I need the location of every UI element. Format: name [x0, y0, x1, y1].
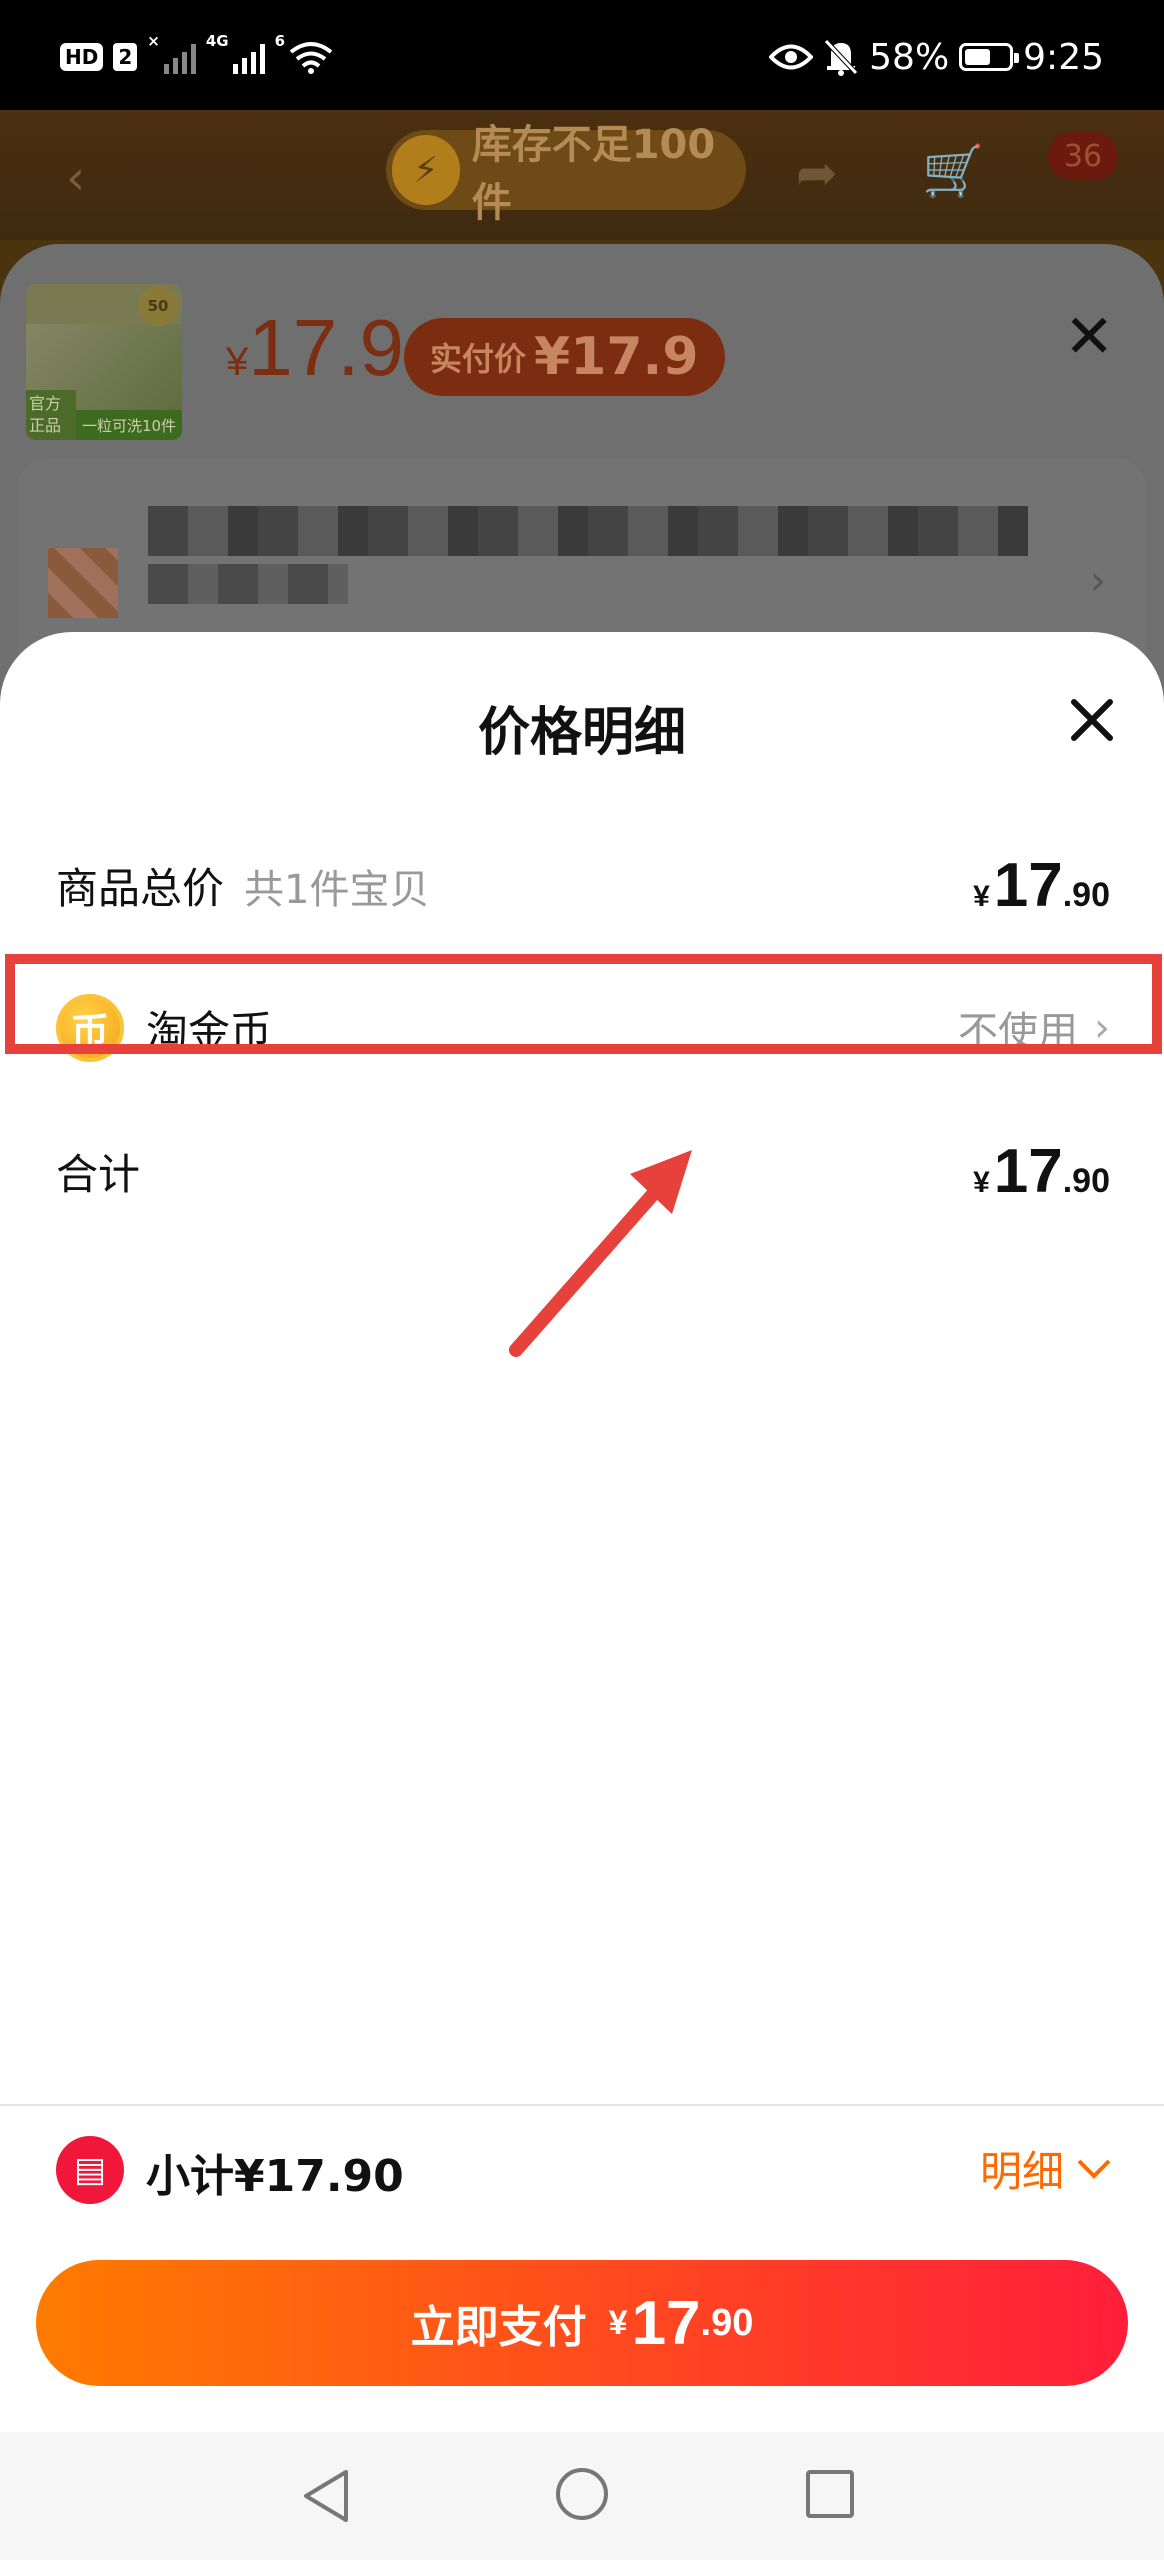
annotation-highlight-box: [5, 954, 1162, 1054]
detail-label: 明细: [980, 2147, 1065, 2196]
blurred-name-line: [148, 564, 348, 604]
background-price: ¥17.9: [226, 303, 404, 392]
wifi-gen-label: 6: [274, 32, 286, 50]
signal-bars-2-icon: [232, 40, 265, 74]
stock-notice-text: 库存不足100件: [471, 122, 716, 226]
total-amount: ¥ 17 .90: [973, 1137, 1110, 1206]
pay-now-label: 立即支付: [410, 2302, 587, 2353]
nav-back-icon[interactable]: [300, 2468, 352, 2524]
close-icon[interactable]: [1064, 692, 1120, 748]
nav-recent-icon[interactable]: [806, 2470, 854, 2518]
pay-now-button[interactable]: 立即支付 ¥ 17 .90: [36, 2260, 1128, 2386]
signal-bars-icon: [163, 40, 196, 74]
sim-icon: 2: [113, 43, 138, 71]
network-type-icon: 4G: [205, 32, 229, 50]
detail-toggle[interactable]: 明细: [980, 2138, 1112, 2199]
background-top-nav: ‹ ⚡ 库存不足100件 ➦ 🛒 36: [0, 110, 1164, 240]
battery-icon: [959, 43, 1020, 71]
real-pay-pill: 实付价 ¥17.9: [404, 318, 725, 396]
mute-bell-icon: [824, 39, 858, 76]
subtotal-text: 小计¥17.90: [146, 2151, 404, 2202]
row-goods-total: 商品总价 共1件宝贝 ¥ 17 .90: [56, 850, 1110, 921]
bell-icon: ⚡: [392, 135, 460, 205]
real-pay-amount: ¥17.9: [534, 327, 699, 387]
total-label: 合计: [56, 1150, 141, 1199]
goods-count-text: 共1件宝贝: [244, 866, 430, 913]
cart-icon: 🛒: [922, 142, 985, 200]
blurred-location-icon: [48, 548, 118, 618]
share-icon: ➦: [796, 144, 838, 202]
cart-badge: 36: [1048, 132, 1118, 180]
bottom-divider: [0, 2104, 1164, 2106]
clock: 9:25: [1023, 36, 1104, 78]
background-close-icon: ✕: [1064, 302, 1115, 372]
eye-icon: [769, 44, 814, 70]
status-right: 58% 9:25: [769, 30, 1104, 84]
price-detail-sheet: 价格明细 商品总价 共1件宝贝 ¥ 17 .90 币 淘金币 不使用 › 合计 …: [0, 632, 1164, 2560]
no-signal-icon: ×: [147, 32, 160, 50]
thumb-badge-50: 50: [138, 286, 178, 326]
hd-icon: HD: [60, 43, 104, 71]
thumb-official-badge: 官方正品: [26, 390, 76, 440]
status-bar: HD 2 × 4G 6 58% 9:25: [0, 0, 1164, 110]
row-total: 合计 ¥ 17 .90: [56, 1136, 1110, 1207]
product-thumbnail: 50 官方正品 一粒可洗10件: [26, 284, 182, 440]
battery-percent: 58%: [869, 36, 950, 78]
wifi-icon: [289, 42, 333, 74]
goods-total-label: 商品总价: [56, 864, 225, 913]
coupon-icon: ▤: [56, 2136, 124, 2204]
goods-total-amount: ¥ 17 .90: [973, 851, 1110, 920]
sheet-title: 价格明细: [477, 703, 686, 763]
back-arrow-icon: ‹: [66, 150, 86, 206]
thumb-caption: 一粒可洗10件: [76, 410, 182, 440]
nav-home-icon[interactable]: [556, 2468, 608, 2520]
blurred-address-line: [148, 506, 1028, 556]
stock-notice-pill: ⚡ 库存不足100件: [386, 122, 746, 226]
chevron-down-icon: [1077, 2159, 1111, 2179]
status-left: HD 2 × 4G 6: [60, 34, 333, 80]
chevron-right-icon: ›: [1090, 558, 1106, 604]
real-pay-label: 实付价: [430, 340, 527, 378]
system-nav-bar: [0, 2432, 1164, 2560]
